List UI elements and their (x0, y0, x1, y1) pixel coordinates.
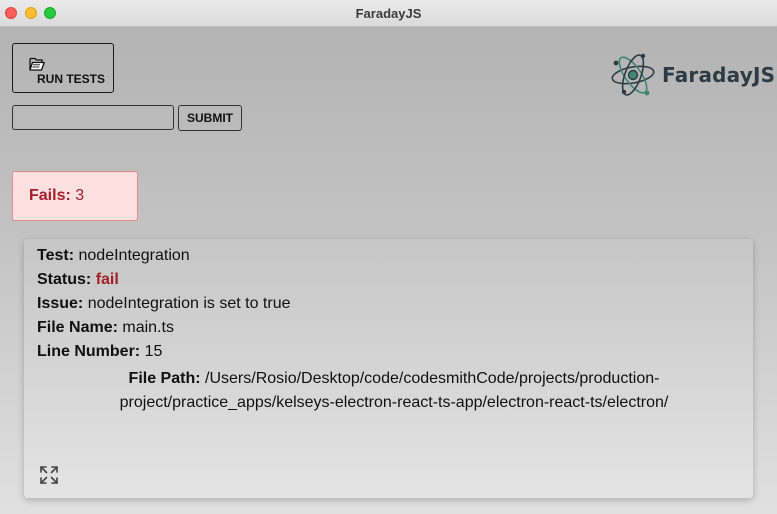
title-bar: FaradayJS (0, 0, 777, 27)
submit-button[interactable]: SUBMIT (178, 105, 242, 131)
file-name-row: File Name: main.ts (37, 319, 174, 337)
file-path-value: /Users/Rosio/Desktop/code/codesmithCode/… (119, 370, 669, 411)
line-number-value: 15 (144, 343, 163, 360)
issue-value: nodeIntegration is set to true (87, 295, 291, 312)
file-path-label: File Path: (128, 370, 201, 387)
test-label: Test: (37, 247, 75, 264)
run-tests-button[interactable]: RUN TESTS (12, 43, 114, 93)
project-path-input[interactable] (12, 105, 174, 130)
expand-icon[interactable] (39, 465, 59, 485)
fails-count: 3 (75, 187, 85, 204)
status-value: fail (95, 271, 119, 288)
run-tests-label: RUN TESTS (36, 72, 105, 86)
test-value: nodeIntegration (78, 247, 190, 264)
issue-row: Issue: nodeIntegration is set to true (37, 295, 291, 313)
brand-name: FaradayJS (662, 63, 776, 87)
fails-label: Fails: (29, 187, 71, 204)
app-content: RUN TESTS SUBMIT FaradayJS Fails: 3 Test… (0, 27, 777, 514)
test-result-card: Test: nodeIntegration Status: fail Issue… (24, 239, 753, 498)
file-name-label: File Name: (37, 319, 118, 336)
file-path-row: File Path: /Users/Rosio/Desktop/code/cod… (114, 367, 674, 415)
file-name-value: main.ts (122, 319, 174, 336)
window-title: FaradayJS (355, 6, 422, 21)
status-label: Status: (37, 271, 92, 288)
status-row: Status: fail (37, 271, 119, 289)
fails-summary: Fails: 3 (12, 171, 138, 221)
test-row: Test: nodeIntegration (37, 247, 190, 265)
folder-open-icon (29, 57, 45, 71)
line-number-label: Line Number: (37, 343, 141, 360)
brand-logo: FaradayJS (610, 49, 775, 101)
issue-label: Issue: (37, 295, 84, 312)
atom-icon (611, 53, 655, 96)
line-number-row: Line Number: 15 (37, 343, 162, 361)
